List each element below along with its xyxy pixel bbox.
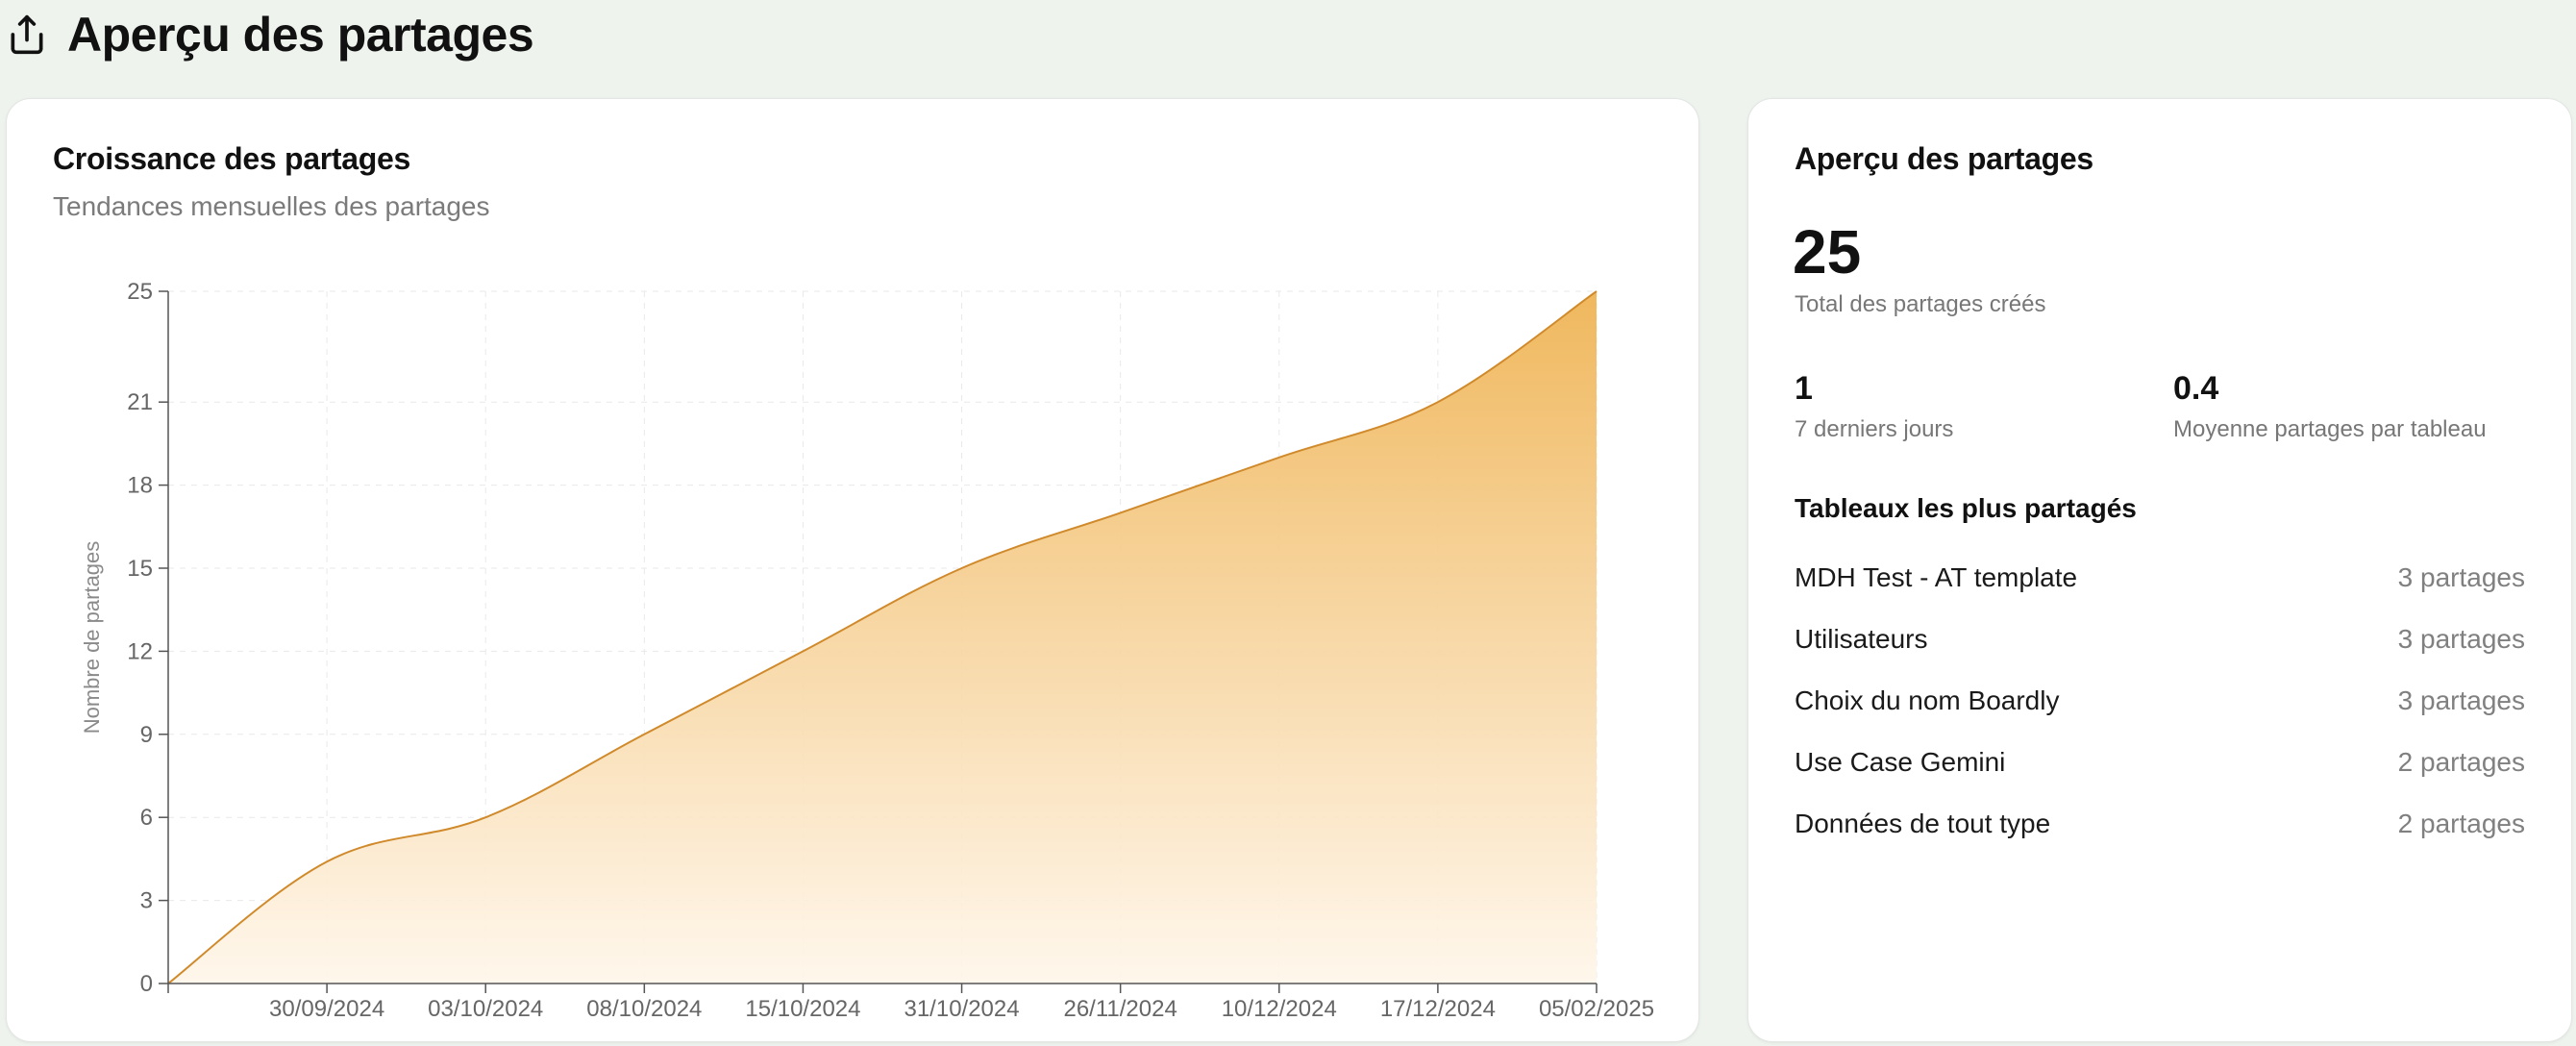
board-name: Choix du nom Boardly bbox=[1795, 685, 2060, 715]
overview-card-title: Aperçu des partages bbox=[1795, 141, 2093, 176]
board-name: Use Case Gemini bbox=[1795, 747, 2006, 777]
board-name: Données de tout type bbox=[1795, 809, 2051, 838]
y-tick-label: 3 bbox=[140, 888, 153, 914]
x-tick-label: 17/12/2024 bbox=[1380, 996, 1496, 1022]
y-tick-label: 0 bbox=[140, 971, 153, 997]
share-overview-card: Aperçu des partages 25 Total des partage… bbox=[1747, 98, 2572, 1042]
board-share-count: 3 partages bbox=[2397, 624, 2525, 654]
x-tick-label: 05/02/2025 bbox=[1539, 996, 1654, 1022]
x-tick-label: 31/10/2024 bbox=[904, 996, 1019, 1022]
list-item[interactable]: Use Case Gemini 2 partages bbox=[1795, 732, 2525, 793]
share-growth-chart: 0 3 6 9 12 15 18 21 25 30/09/2024 03/10/2024 08/10/… bbox=[80, 279, 1654, 1022]
last-7-days-value: 1 bbox=[1795, 370, 1813, 407]
y-tick-label: 21 bbox=[127, 389, 153, 415]
y-tick-label: 9 bbox=[140, 722, 153, 748]
y-tick-label: 25 bbox=[127, 279, 153, 305]
last-7-days-label: 7 derniers jours bbox=[1795, 416, 1954, 442]
x-tick-label: 30/09/2024 bbox=[269, 996, 384, 1022]
board-name: MDH Test - AT template bbox=[1795, 562, 2078, 592]
page-header: Aperçu des partages bbox=[6, 4, 534, 65]
list-item[interactable]: Utilisateurs 3 partages bbox=[1795, 609, 2525, 670]
x-tick-label: 26/11/2024 bbox=[1063, 996, 1177, 1022]
top-boards-title: Tableaux les plus partagés bbox=[1795, 493, 2137, 523]
y-tick-label: 12 bbox=[127, 638, 153, 664]
share-upload-icon bbox=[6, 13, 48, 56]
x-tick-label: 03/10/2024 bbox=[428, 996, 543, 1022]
x-tick-label: 15/10/2024 bbox=[745, 996, 860, 1022]
list-item[interactable]: Choix du nom Boardly 3 partages bbox=[1795, 670, 2525, 732]
share-growth-card: Croissance des partages Tendances mensue… bbox=[6, 98, 1699, 1042]
list-item[interactable]: Données de tout type 2 partages bbox=[1795, 793, 2525, 855]
page-title: Aperçu des partages bbox=[67, 8, 534, 62]
total-shares-value: 25 bbox=[1793, 217, 1862, 286]
board-name: Utilisateurs bbox=[1795, 624, 1928, 654]
list-item[interactable]: MDH Test - AT template 3 partages bbox=[1795, 547, 2525, 609]
board-share-count: 2 partages bbox=[2397, 809, 2525, 838]
y-tick-label: 15 bbox=[127, 556, 153, 582]
average-shares-value: 0.4 bbox=[2173, 370, 2219, 407]
chart-y-axis-label: Nombre de partages bbox=[80, 541, 104, 735]
x-tick-label: 08/10/2024 bbox=[586, 996, 702, 1022]
y-tick-label: 18 bbox=[127, 473, 153, 499]
top-boards-list: MDH Test - AT template 3 partages Utilis… bbox=[1795, 547, 2525, 855]
chart-area-fill bbox=[168, 291, 1597, 984]
average-shares-label: Moyenne partages par tableau bbox=[2173, 416, 2487, 442]
x-tick-label: 10/12/2024 bbox=[1222, 996, 1337, 1022]
y-tick-label: 6 bbox=[140, 805, 153, 831]
total-shares-label: Total des partages créés bbox=[1795, 291, 2046, 317]
board-share-count: 2 partages bbox=[2397, 747, 2525, 777]
board-share-count: 3 partages bbox=[2397, 685, 2525, 715]
board-share-count: 3 partages bbox=[2397, 562, 2525, 592]
